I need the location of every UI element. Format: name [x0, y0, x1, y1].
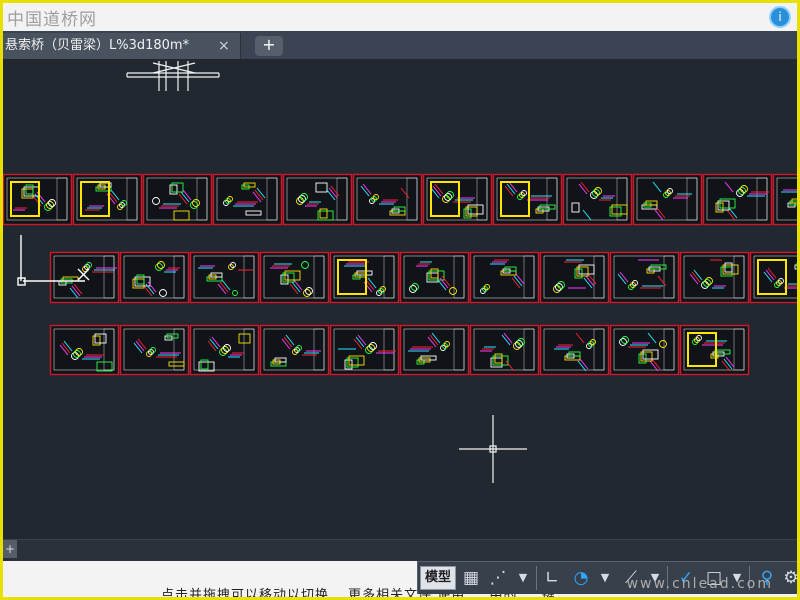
drawing-sheet-thumbnail[interactable] [72, 173, 143, 226]
drawing-sheet-thumbnail[interactable] [329, 324, 400, 376]
drawing-sheet-thumbnail[interactable] [749, 251, 800, 304]
drawing-sheet-thumbnail[interactable] [422, 173, 493, 226]
settings-icon[interactable]: ⚙ [781, 566, 797, 590]
drawing-tab[interactable]: 悬索桥（贝雷梁）L%3d180m* × [3, 33, 241, 59]
add-layout-button[interactable]: + [3, 540, 17, 558]
drawing-sheet-thumbnail[interactable] [212, 173, 283, 226]
drawing-sheet-thumbnail[interactable] [772, 173, 800, 226]
drawing-sheets [3, 173, 800, 376]
chevron-down-icon[interactable]: ▼ [515, 566, 531, 590]
top-bridge-fragment [126, 61, 220, 91]
drawing-sheet-thumbnail[interactable] [492, 173, 563, 226]
drawing-sheet-thumbnail[interactable] [469, 324, 540, 376]
drawing-sheet-thumbnail[interactable] [539, 251, 610, 304]
drawing-sheet-thumbnail[interactable] [142, 173, 213, 226]
drawing-sheet-thumbnail[interactable] [259, 324, 330, 376]
application-window: 中国道桥网 i 悬索桥（贝雷梁）L%3d180m* × + + 点击并拖拽可以移… [0, 0, 800, 600]
snap-icon[interactable]: ⋰ [487, 566, 509, 590]
drawing-sheet-thumbnail[interactable] [49, 251, 120, 304]
document-tab-bar: 悬索桥（贝雷梁）L%3d180m* × + [3, 31, 797, 59]
layout-tab-strip [3, 539, 797, 561]
add-tab-button[interactable]: + [255, 36, 283, 56]
drawing-sheet-thumbnail[interactable] [609, 251, 680, 304]
drawing-sheet-thumbnail[interactable] [119, 251, 190, 304]
drawing-sheet-thumbnail[interactable] [539, 324, 610, 376]
drawing-sheet-thumbnail[interactable] [189, 251, 260, 304]
drawing-sheet-thumbnail[interactable] [352, 173, 423, 226]
drawing-sheet-thumbnail[interactable] [702, 173, 773, 226]
cad-drawing-svg [3, 61, 800, 483]
close-icon[interactable]: × [218, 39, 232, 53]
grid-icon[interactable]: ▦ [461, 566, 481, 590]
drawing-sheet-thumbnail[interactable] [469, 251, 540, 304]
drawing-sheet-thumbnail[interactable] [119, 324, 190, 376]
info-icon[interactable]: i [769, 6, 791, 28]
status-divider [536, 566, 537, 590]
website-watermark: www.cnlead.com [626, 576, 773, 592]
drawing-sheet-thumbnail[interactable] [3, 173, 73, 226]
drawing-sheet-thumbnail[interactable] [679, 251, 750, 304]
drawing-sheet-thumbnail[interactable] [259, 251, 330, 304]
chevron-down-icon[interactable]: ▼ [597, 566, 613, 590]
drawing-canvas[interactable] [3, 59, 800, 539]
watermark-logo: 中国道桥网 [7, 10, 97, 30]
drawing-sheet-thumbnail[interactable] [189, 324, 260, 376]
drawing-sheet-thumbnail[interactable] [282, 173, 353, 226]
drawing-sheet-thumbnail[interactable] [399, 251, 470, 304]
drawing-sheet-thumbnail[interactable] [399, 324, 470, 376]
model-space-button[interactable]: 模型 [420, 566, 456, 590]
drawing-tab-label: 悬索桥（贝雷梁）L%3d180m* [5, 38, 190, 53]
ortho-icon[interactable]: ∟ [541, 566, 563, 590]
drawing-sheet-thumbnail[interactable] [329, 251, 400, 304]
drawing-sheet-thumbnail[interactable] [609, 324, 680, 376]
drawing-sheet-thumbnail[interactable] [679, 324, 750, 376]
cad-crosshair-cursor [459, 415, 527, 483]
polar-icon[interactable]: ◔ [569, 566, 593, 590]
drawing-sheet-thumbnail[interactable] [632, 173, 703, 226]
drawing-sheet-thumbnail[interactable] [49, 324, 120, 376]
drawing-sheet-thumbnail[interactable] [562, 173, 633, 226]
